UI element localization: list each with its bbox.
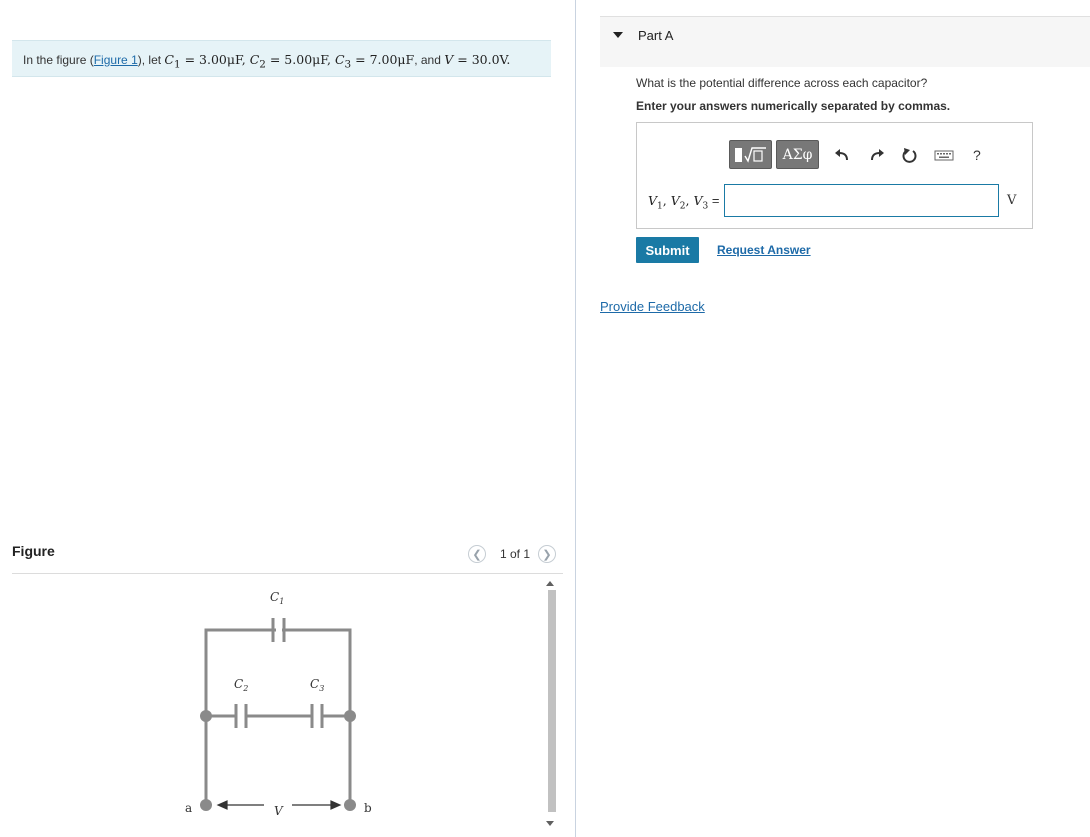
problem-prefix: In the figure ( xyxy=(23,53,94,67)
request-answer-link[interactable]: Request Answer xyxy=(717,243,811,257)
scroll-down-icon[interactable] xyxy=(546,821,554,826)
help-button[interactable]: ? xyxy=(973,147,981,163)
panel-divider xyxy=(575,0,576,837)
answer-label: V1, V2, V3 = xyxy=(648,193,720,212)
circuit-nodes xyxy=(200,710,356,811)
node-left xyxy=(200,710,212,722)
provide-feedback-link[interactable]: Provide Feedback xyxy=(600,299,705,314)
problem-and: , and xyxy=(414,53,445,67)
instruction-text: Enter your answers numerically separated… xyxy=(636,99,951,113)
caret-down-icon[interactable] xyxy=(613,32,623,38)
answer-unit: V xyxy=(1007,193,1017,208)
symbols-button[interactable]: ΑΣφ xyxy=(776,140,819,169)
scroll-thumb[interactable] xyxy=(548,590,556,812)
problem-statement: In the figure (Figure 1), let C1 = 3.00μ… xyxy=(12,40,551,77)
c3-label: C3 xyxy=(310,677,324,693)
scroll-up-icon[interactable] xyxy=(546,581,554,586)
part-header[interactable]: Part A xyxy=(600,16,1090,67)
terminal-a xyxy=(200,799,212,811)
submit-button[interactable]: Submit xyxy=(636,237,699,263)
answer-box: ΑΣφ ? V1, V2, V3 = V xyxy=(636,122,1033,229)
figure-link[interactable]: Figure 1 xyxy=(94,53,138,67)
chevron-right-icon[interactable]: ❯ xyxy=(538,545,557,563)
fraction-sqrt-template-icon[interactable] xyxy=(729,140,772,169)
part-title: Part A xyxy=(638,28,674,43)
circuit-diagram: C1 C2 C3 V a b xyxy=(185,590,372,818)
b-label: b xyxy=(364,801,372,815)
question-text: What is the potential difference across … xyxy=(636,76,928,90)
circuit-wires xyxy=(204,618,352,805)
problem-after-link: ), let xyxy=(137,53,165,67)
v-label: V xyxy=(274,804,284,818)
redo-icon[interactable] xyxy=(867,147,887,163)
figure-scrollbar[interactable] xyxy=(543,575,557,837)
reset-icon[interactable] xyxy=(900,147,920,163)
c1-value: C1 = 3.00μF, C2 = 5.00μF, C3 = 7.00μF xyxy=(164,52,415,71)
undo-icon[interactable] xyxy=(832,147,852,163)
c2-label: C2 xyxy=(234,677,248,693)
answer-input[interactable] xyxy=(724,184,999,217)
figure-pager: ❮ 1 of 1 ❯ xyxy=(468,544,557,564)
pager-text: 1 of 1 xyxy=(500,547,531,561)
figure-title: Figure xyxy=(12,543,55,559)
c1-label: C1 xyxy=(270,590,284,606)
terminal-b xyxy=(344,799,356,811)
figure-panel: In the figure (Figure 1), let C1 = 3.00μ… xyxy=(0,0,575,837)
figure-divider xyxy=(12,573,563,574)
keyboard-icon[interactable] xyxy=(933,147,955,163)
voltage-value: V = 30.0V. xyxy=(444,52,511,67)
a-label: a xyxy=(185,801,192,815)
node-right xyxy=(344,710,356,722)
chevron-left-icon[interactable]: ❮ xyxy=(468,545,486,563)
